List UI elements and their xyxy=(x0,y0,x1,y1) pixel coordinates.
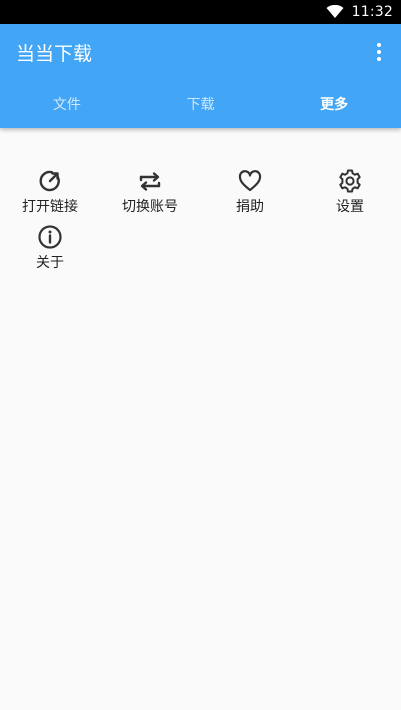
app-title: 当当下载 xyxy=(16,43,93,65)
tab-files[interactable]: 文件 xyxy=(0,80,134,128)
more-vert-icon[interactable] xyxy=(367,40,391,64)
open-link-icon xyxy=(37,168,63,194)
heart-icon xyxy=(237,168,263,194)
open-link-label: 打开链接 xyxy=(22,199,78,215)
settings-button[interactable]: 设置 xyxy=(300,158,400,215)
donate-button[interactable]: 捐助 xyxy=(200,158,300,215)
status-time: 11:32 xyxy=(351,4,393,20)
info-icon xyxy=(37,224,63,250)
toolbar: 当当下载 xyxy=(0,24,401,80)
app-bar: 当当下载 文件 下载 更多 xyxy=(0,24,401,128)
tab-bar: 文件 下载 更多 xyxy=(0,80,401,128)
open-link-button[interactable]: 打开链接 xyxy=(0,158,100,215)
switch-account-label: 切换账号 xyxy=(122,199,178,215)
gear-icon xyxy=(337,168,363,194)
settings-label: 设置 xyxy=(336,199,364,215)
switch-account-button[interactable]: 切换账号 xyxy=(100,158,200,215)
tab-downloads[interactable]: 下载 xyxy=(134,80,268,128)
tab-more[interactable]: 更多 xyxy=(267,80,401,128)
status-bar: 11:32 xyxy=(0,0,401,24)
about-label: 关于 xyxy=(36,255,64,271)
donate-label: 捐助 xyxy=(236,199,264,215)
about-button[interactable]: 关于 xyxy=(0,214,100,271)
more-options-grid: 打开链接 切换账号 捐助 设置 关于 xyxy=(0,158,401,271)
switch-account-icon xyxy=(137,168,163,194)
wifi-icon xyxy=(326,5,344,18)
